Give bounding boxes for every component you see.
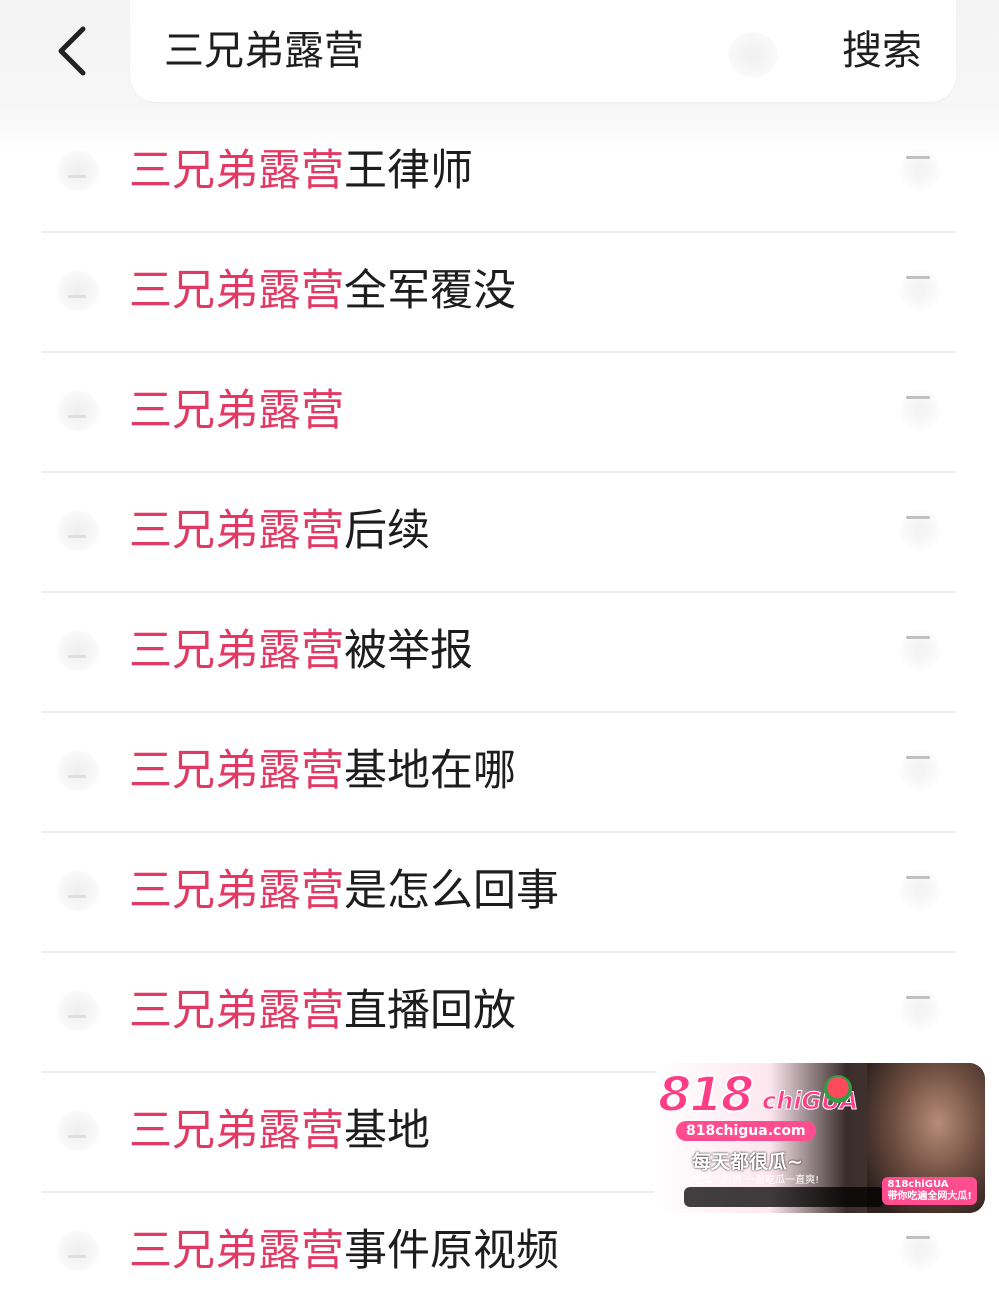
- suggestion-item[interactable]: 三兄弟露营后续: [42, 473, 956, 593]
- suggestion-text: 三兄弟露营基地: [129, 1106, 430, 1156]
- back-button[interactable]: [40, 18, 106, 84]
- suggestion-text: 三兄弟露营事件原视频: [129, 1226, 559, 1276]
- fill-arrow-icon[interactable]: [898, 987, 942, 1033]
- suggestion-text: 三兄弟露营直播回放: [129, 986, 516, 1036]
- fill-arrow-icon[interactable]: [898, 627, 942, 673]
- suggestion-item[interactable]: 三兄弟露营直播回放: [42, 953, 956, 1073]
- promo-subtitle: 吃瓜一时爽 一直吃瓜一直爽!: [692, 1175, 820, 1186]
- fill-arrow-icon[interactable]: [898, 867, 942, 913]
- search-input[interactable]: 三兄弟露营 搜索: [130, 0, 956, 102]
- clear-icon[interactable]: [728, 32, 778, 78]
- promo-slogan: 每天都很瓜~: [692, 1151, 803, 1173]
- suggestion-text: 三兄弟露营全军覆没: [129, 266, 516, 316]
- history-icon: [56, 869, 100, 913]
- watermelon-icon: [824, 1075, 852, 1103]
- suggestion-text: 三兄弟露营王律师: [129, 146, 473, 196]
- fill-arrow-icon[interactable]: [898, 267, 942, 313]
- suggestion-item[interactable]: 三兄弟露营全军覆没: [42, 233, 956, 353]
- suggestion-text: 三兄弟露营基地在哪: [129, 746, 516, 796]
- promo-url: 818chigua.com: [676, 1121, 816, 1141]
- fill-arrow-icon[interactable]: [898, 507, 942, 553]
- suggestion-item[interactable]: 三兄弟露营: [42, 353, 956, 473]
- history-icon: [56, 1109, 100, 1153]
- suggestion-item[interactable]: 三兄弟露营王律师: [42, 113, 956, 233]
- history-icon: [56, 989, 100, 1033]
- chevron-left-icon: [58, 26, 86, 76]
- history-icon: [56, 749, 100, 793]
- suggestion-item[interactable]: 三兄弟露营被举报: [42, 593, 956, 713]
- fill-arrow-icon[interactable]: [898, 147, 942, 193]
- promo-info-bar: [684, 1187, 884, 1207]
- history-icon: [56, 149, 100, 193]
- history-icon: [56, 269, 100, 313]
- suggestion-text: 三兄弟露营是怎么回事: [129, 866, 559, 916]
- search-query[interactable]: 三兄弟露营: [164, 25, 364, 77]
- fill-arrow-icon[interactable]: [898, 747, 942, 793]
- history-icon: [56, 509, 100, 553]
- suggestion-text: 三兄弟露营被举报: [129, 626, 473, 676]
- history-icon: [56, 1229, 100, 1273]
- suggestion-text: 三兄弟露营: [129, 386, 344, 436]
- suggestion-text: 三兄弟露营后续: [129, 506, 430, 556]
- suggestion-item[interactable]: 三兄弟露营是怎么回事: [42, 833, 956, 953]
- history-icon: [56, 389, 100, 433]
- promo-badge: 818chiGUA 带你吃遍全网大瓜!: [882, 1177, 977, 1205]
- suggestion-item[interactable]: 三兄弟露营基地在哪: [42, 713, 956, 833]
- promo-banner[interactable]: 818 chiGUA 818chigua.com 每天都很瓜~ 吃瓜一时爽 一直…: [654, 1063, 985, 1213]
- promo-logo: 818: [657, 1066, 755, 1124]
- fill-arrow-icon[interactable]: [898, 1227, 942, 1273]
- fill-arrow-icon[interactable]: [898, 387, 942, 433]
- history-icon: [56, 629, 100, 673]
- search-button[interactable]: 搜索: [842, 25, 922, 77]
